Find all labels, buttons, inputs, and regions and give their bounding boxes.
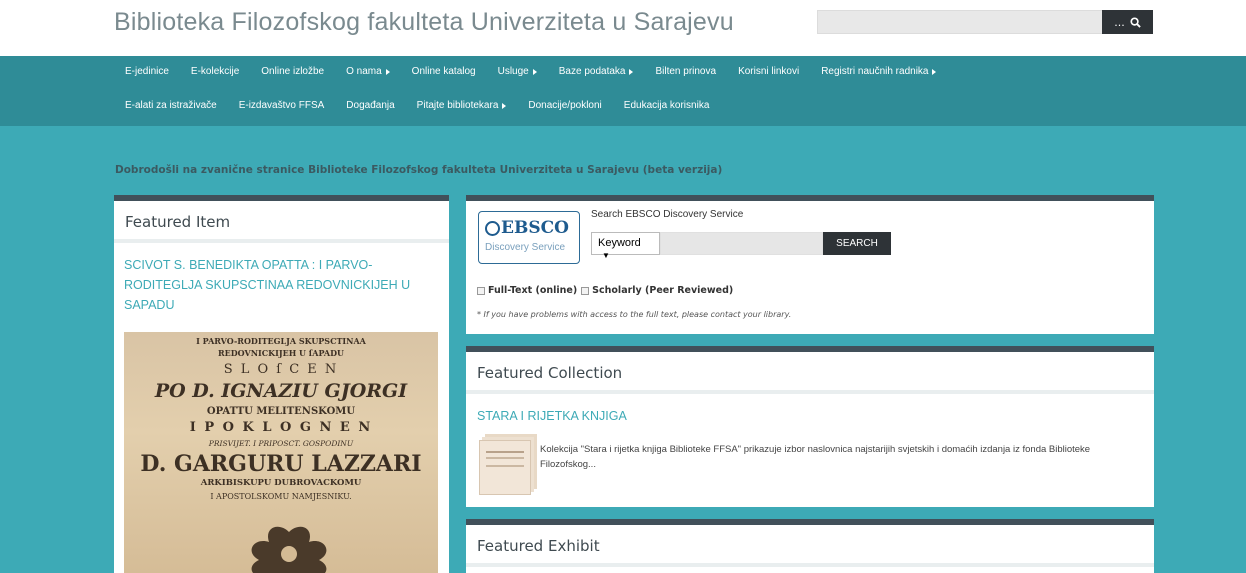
- main-nav: E-jedinice E-kolekcije Online izložbe O nam…: [0, 56, 1246, 126]
- caret-right-icon: [932, 68, 937, 75]
- nav-item-label: Registri naučnih radnika: [821, 66, 929, 77]
- welcome-text: Dobrodošli na zvanične stranice Bibliote…: [115, 164, 723, 176]
- book-line: PO D. IGNAZIU GJORGI: [154, 380, 408, 402]
- nav-item-usluge[interactable]: Usluge: [498, 66, 537, 77]
- ebsco-note: * If you have problems with access to th…: [477, 310, 792, 319]
- nav-item-baze-podataka[interactable]: Baze podataka: [559, 66, 634, 77]
- nav-item-e-kolekcije[interactable]: E-kolekcije: [191, 66, 239, 77]
- nav-item-online-izlozbe[interactable]: Online izložbe: [261, 66, 324, 77]
- caret-right-icon: [629, 68, 634, 75]
- site-header: Biblioteka Filozofskog fakulteta Univerz…: [0, 0, 1246, 56]
- nav-item-donacije-pokloni[interactable]: Donacije/pokloni: [528, 100, 601, 111]
- book-line: S L O ſ C E N: [223, 362, 339, 377]
- ebsco-search-panel: EBSCO Discovery Service Search EBSCO Dis…: [466, 195, 1154, 334]
- ebsco-logo-name: EBSCO: [501, 218, 569, 238]
- collection-description: Kolekcija "Stara i rijetka knjiga Biblio…: [540, 444, 1091, 470]
- ebsco-label: Search EBSCO Discovery Service: [591, 209, 744, 220]
- search-icon: [1130, 16, 1141, 28]
- book-line: PRISVIJET. I PRIPOSCT. GOSPODINU: [208, 439, 354, 448]
- scholarly-label: Scholarly (Peer Reviewed): [592, 285, 734, 296]
- nav-item-label: O nama: [346, 66, 382, 77]
- nav-item-label: Korisni linkovi: [738, 66, 800, 77]
- collection-thumbnail[interactable]: [479, 440, 531, 495]
- nav-item-label: E-izdavaštvo FFSA: [238, 100, 325, 111]
- ebsco-globe-icon: [485, 221, 500, 236]
- caret-right-icon: [532, 68, 537, 75]
- nav-item-e-alati-za-istrazivace[interactable]: E-alati za istraživače: [125, 100, 217, 111]
- nav-item-label: Baze podataka: [558, 66, 626, 77]
- ebsco-search-button[interactable]: SEARCH: [823, 232, 891, 255]
- nav-item-doga-anja[interactable]: Događanja: [346, 100, 394, 111]
- content-band: Dobrodošli na zvanične stranice Bibliote…: [0, 126, 1246, 573]
- featured-item-panel: Featured Item SCIVOT S. BENEDIKTA OPATTA…: [114, 195, 449, 573]
- ebsco-logo[interactable]: EBSCO Discovery Service: [478, 211, 580, 264]
- book-line: OPATTU MELITENSKOMU: [206, 406, 356, 417]
- dropdown-arrow-icon: ▼: [602, 251, 610, 260]
- search-button-dots: ...: [1114, 15, 1125, 29]
- nav-item-registri-naucnih-radnika[interactable]: Registri naučnih radnika: [821, 66, 937, 77]
- nav-item-label: Online katalog: [411, 66, 476, 77]
- book-line: REDOVNICKIJEH U ſAPADU: [217, 348, 345, 358]
- featured-collection-panel: Featured Collection STARA I RIJETKA KNJI…: [466, 346, 1154, 507]
- featured-item-image[interactable]: I PARVO-RODITEGLJA SKUPSCTINAA REDOVNICK…: [124, 332, 438, 573]
- scholarly-checkbox[interactable]: [581, 286, 590, 295]
- nav-row-2: E-alati za istraživače E-izdavaštvo FFSA D…: [125, 100, 731, 111]
- nav-item-e-izdavastvo-ffsa[interactable]: E-izdavaštvo FFSA: [239, 100, 325, 111]
- featured-exhibit-heading: Featured Exhibit: [466, 525, 1154, 567]
- nav-item-edukacija-korisnika[interactable]: Edukacija korisnika: [624, 100, 710, 111]
- nav-item-e-jedinice[interactable]: E-jedinice: [125, 66, 169, 77]
- site-search-button[interactable]: ...: [1102, 10, 1153, 34]
- nav-item-label: E-alati za istraživače: [125, 100, 217, 111]
- book-line: I APOSTOLSKOMU NAMJESNIKU.: [210, 492, 352, 501]
- nav-item-label: Događanja: [346, 100, 395, 111]
- nav-item-label: Online izložbe: [261, 66, 325, 77]
- nav-item-label: Edukacija korisnika: [623, 100, 710, 111]
- nav-item-bilten-prinova[interactable]: Bilten prinova: [655, 66, 716, 77]
- search-field-select[interactable]: Keyword ▼: [591, 232, 660, 260]
- featured-item-heading: Featured Item: [114, 201, 449, 243]
- site-title[interactable]: Biblioteka Filozofskog fakulteta Univerz…: [114, 8, 734, 37]
- nav-item-pitajte-bibliotekara[interactable]: Pitajte bibliotekara: [417, 100, 507, 111]
- book-line: I P O K L O G N E N: [189, 420, 373, 435]
- nav-item-label: Bilten prinova: [655, 66, 717, 77]
- book-line: ARKIBISKUPU DUBROVACKOMU: [200, 478, 362, 488]
- nav-item-o-nama[interactable]: O nama: [346, 66, 390, 77]
- search-field-select-value: Keyword: [598, 237, 641, 249]
- featured-collection-link[interactable]: STARA I RIJETKA KNJIGA: [466, 394, 1154, 423]
- nav-row-1: E-jedinice E-kolekcije Online izložbe O nam…: [125, 66, 958, 77]
- ebsco-filters: Full-Text (online) Scholarly (Peer Revie…: [477, 285, 733, 296]
- ebsco-logo-sub: Discovery Service: [485, 242, 566, 253]
- nav-item-label: Usluge: [497, 66, 529, 77]
- featured-item-link[interactable]: SCIVOT S. BENEDIKTA OPATTA : I PARVO-ROD…: [114, 243, 449, 315]
- caret-right-icon: [385, 68, 390, 75]
- nav-item-korisni-linkovi[interactable]: Korisni linkovi: [738, 66, 799, 77]
- book-line: D. GARGURU LAZZARI: [140, 451, 422, 477]
- book-line: I PARVO-RODITEGLJA SKUPSCTINAA: [196, 336, 366, 346]
- nav-item-label: Donacije/pokloni: [528, 100, 602, 111]
- nav-item-online-katalog[interactable]: Online katalog: [412, 66, 476, 77]
- featured-exhibit-panel: Featured Exhibit: [466, 519, 1154, 573]
- fulltext-label: Full-Text (online): [488, 285, 578, 296]
- site-search-input[interactable]: [817, 10, 1103, 34]
- nav-item-label: Pitajte bibliotekara: [416, 100, 499, 111]
- featured-collection-heading: Featured Collection: [466, 352, 1154, 394]
- nav-item-label: E-kolekcije: [190, 66, 240, 77]
- ornament-icon: [251, 526, 327, 573]
- ebsco-search-input[interactable]: [660, 232, 823, 255]
- nav-item-label: E-jedinice: [125, 66, 169, 77]
- caret-right-icon: [502, 102, 507, 109]
- fulltext-checkbox[interactable]: [477, 286, 485, 295]
